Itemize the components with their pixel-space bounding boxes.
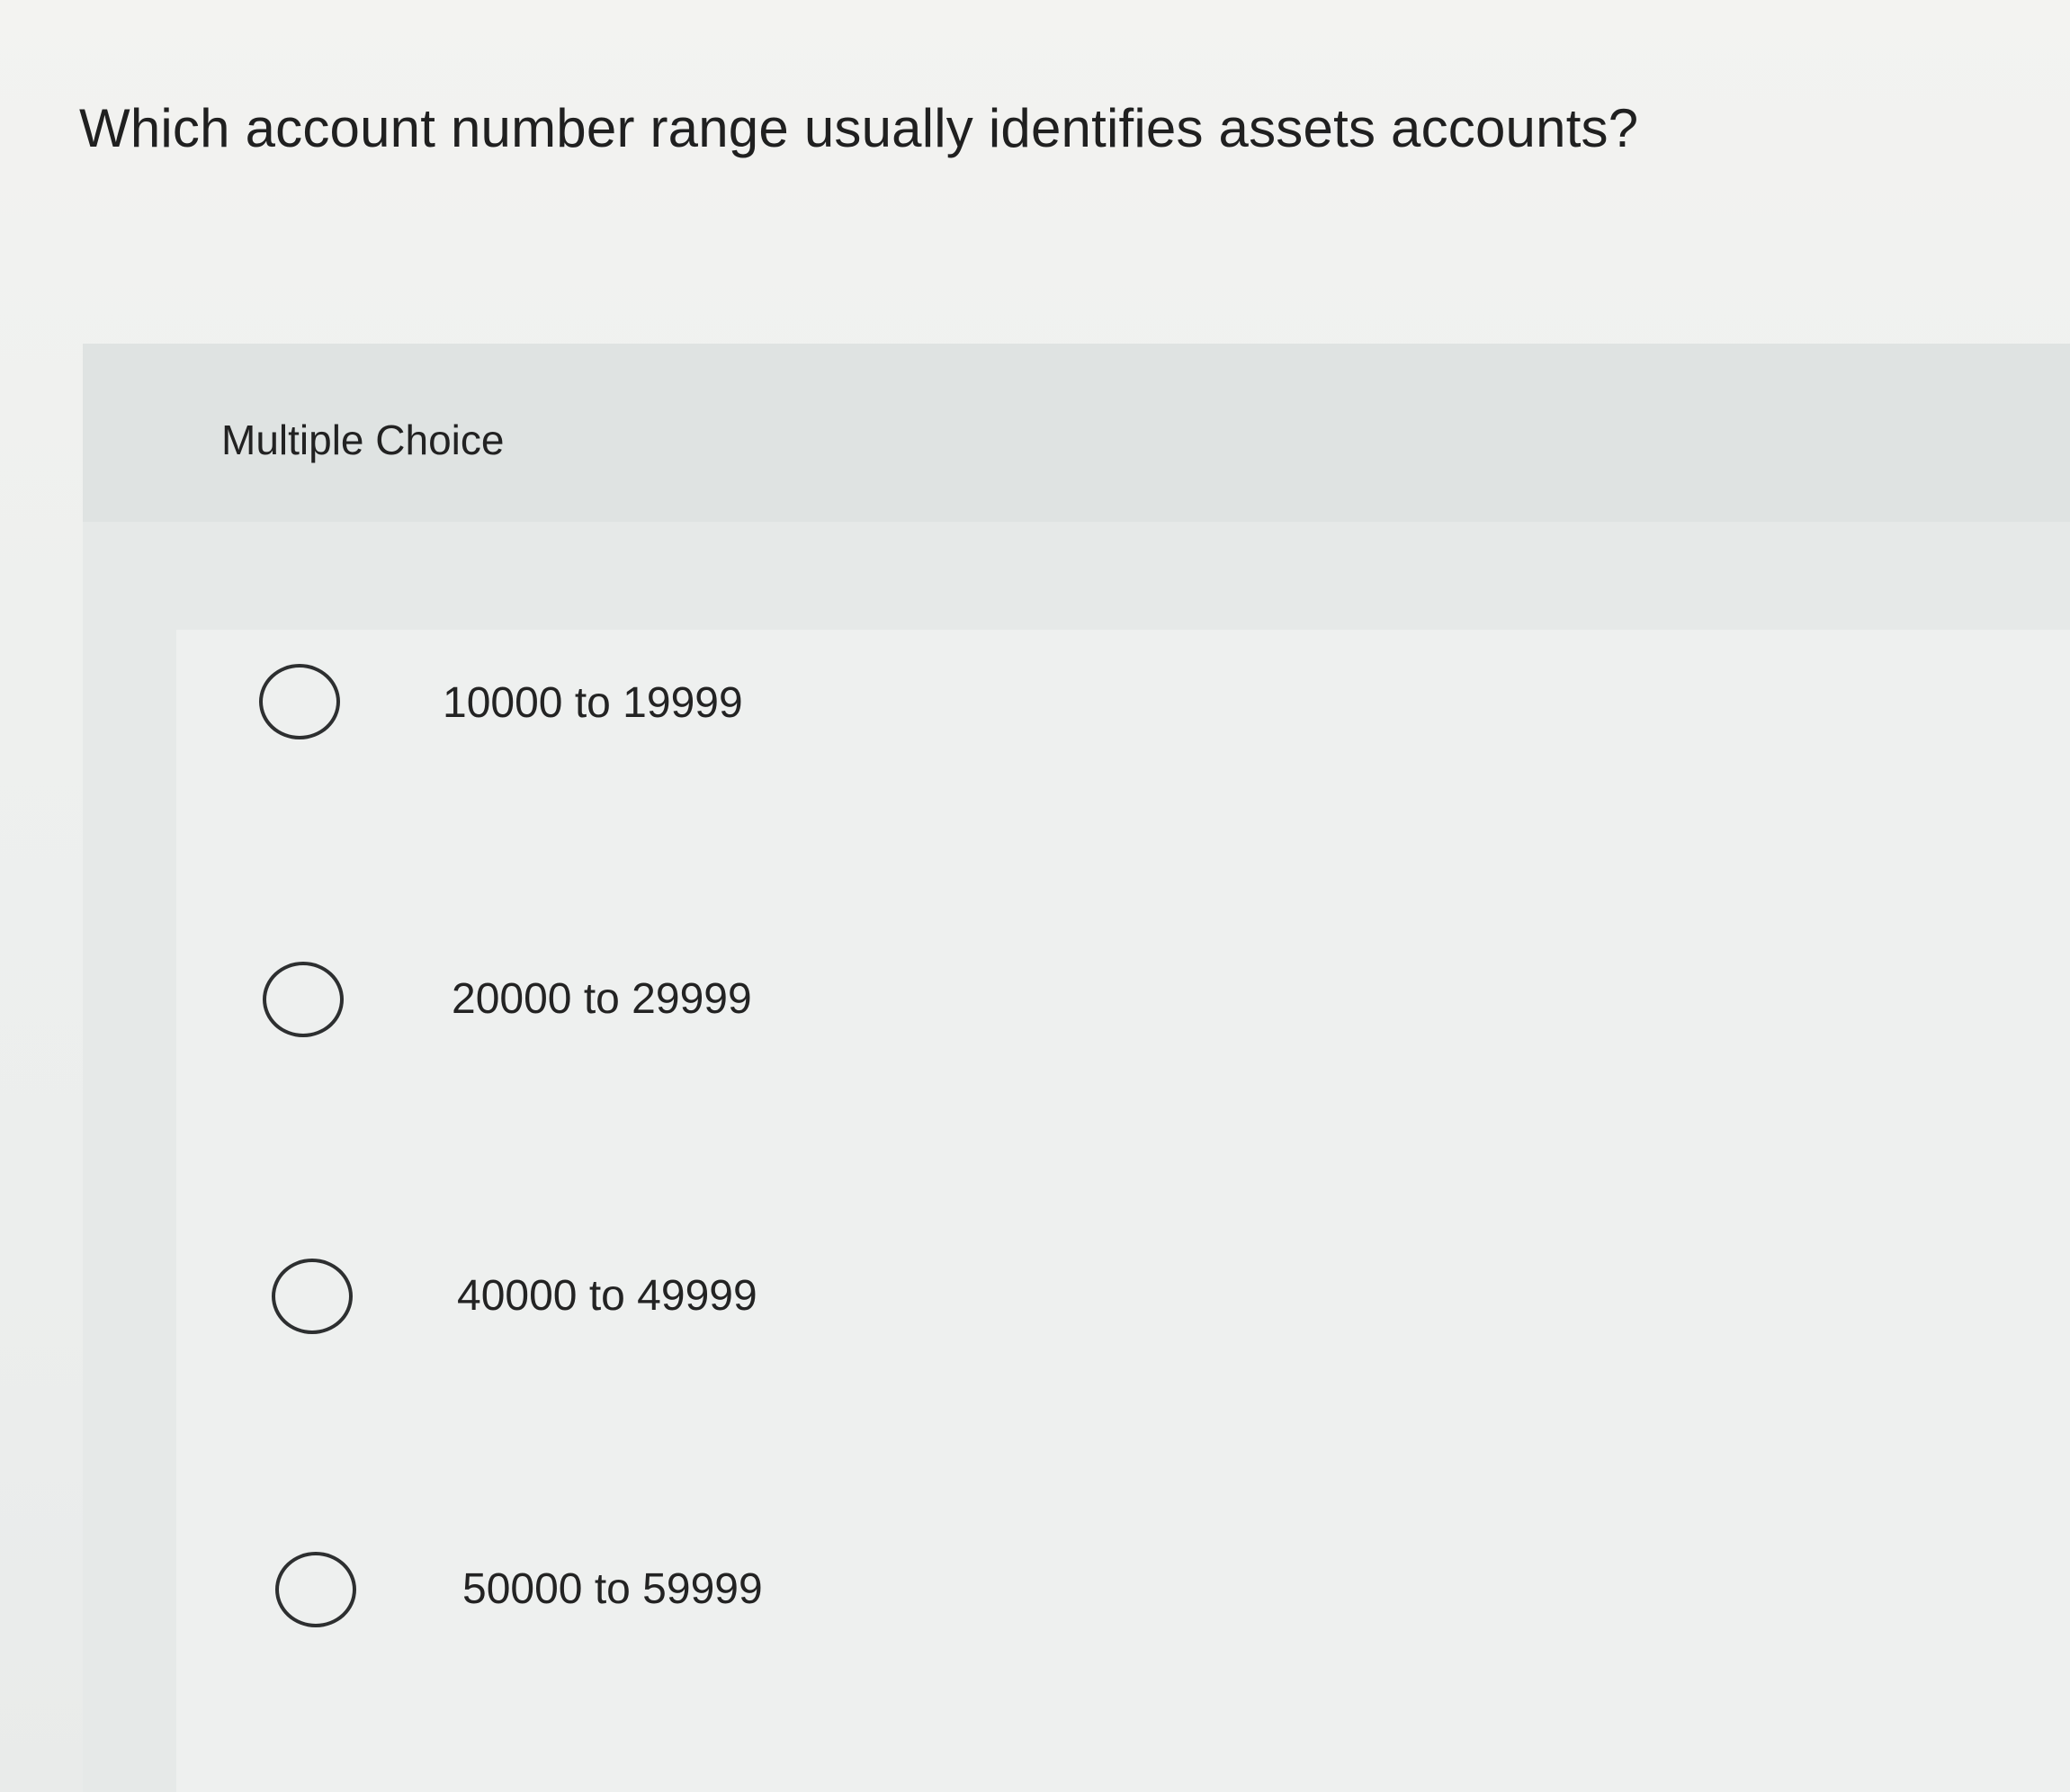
radio-icon[interactable] — [275, 1552, 356, 1627]
radio-icon[interactable] — [259, 664, 340, 739]
options-list: 10000 to 19999 20000 to 29999 40000 to 4… — [176, 630, 2070, 1792]
option-4[interactable]: 50000 to 59999 — [176, 1525, 2070, 1660]
option-label: 50000 to 59999 — [462, 1565, 763, 1613]
option-2[interactable]: 20000 to 29999 — [176, 931, 2070, 1066]
option-label: 20000 to 29999 — [452, 975, 752, 1023]
option-label: 10000 to 19999 — [443, 679, 743, 727]
multiple-choice-panel: Multiple Choice 10000 to 19999 20000 to … — [83, 344, 2070, 1792]
option-label: 40000 to 49999 — [457, 1272, 757, 1320]
panel-header: Multiple Choice — [83, 344, 2070, 522]
option-1[interactable]: 10000 to 19999 — [176, 630, 2070, 765]
question-text: Which account number range usually ident… — [79, 98, 1639, 158]
panel-label: Multiple Choice — [221, 417, 505, 463]
radio-icon[interactable] — [263, 962, 344, 1037]
radio-icon[interactable] — [272, 1259, 353, 1334]
page: Which account number range usually ident… — [0, 0, 2070, 1792]
option-3[interactable]: 40000 to 49999 — [176, 1228, 2070, 1363]
